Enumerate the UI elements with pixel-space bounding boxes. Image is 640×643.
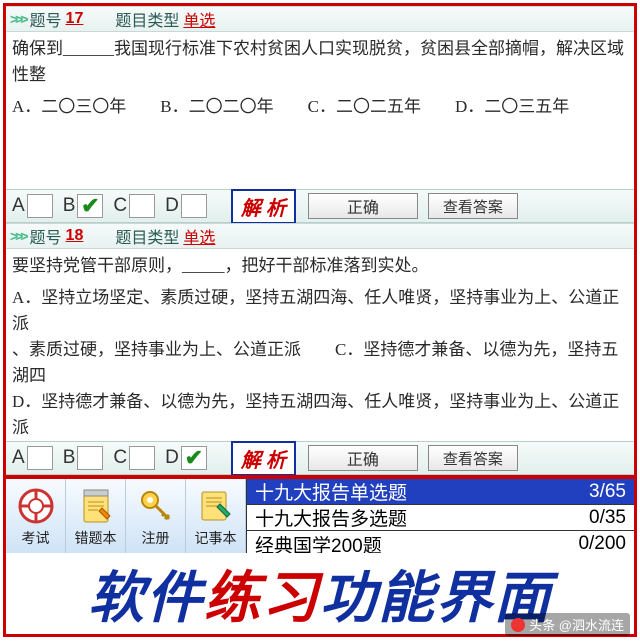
checkbox-d[interactable] bbox=[181, 194, 207, 218]
progress-row-multi[interactable]: 十九大报告多选题 0/35 bbox=[247, 505, 634, 531]
notepad-icon bbox=[76, 486, 116, 526]
option-a[interactable]: A bbox=[12, 446, 53, 470]
option-c[interactable]: C bbox=[113, 194, 155, 218]
qtype-label: 题目类型 bbox=[115, 224, 179, 248]
key-icon bbox=[136, 486, 176, 526]
notebook-button[interactable]: 记事本 bbox=[186, 479, 246, 553]
note-pen-icon bbox=[196, 486, 236, 526]
answer-bar-18: A B C D 解 析 正确 查看答案 bbox=[6, 441, 634, 475]
progress-name: 十九大报告单选题 bbox=[255, 478, 407, 505]
progress-panel: 十九大报告单选题 3/65 十九大报告多选题 0/35 经典国学200题 0/2… bbox=[246, 479, 634, 553]
checkbox-a[interactable] bbox=[27, 446, 53, 470]
qtype-value: 单选 bbox=[183, 7, 215, 31]
option-a[interactable]: A bbox=[12, 194, 53, 218]
answer-bar-17: A B C D 解 析 正确 查看答案 bbox=[6, 189, 634, 223]
register-label: 注册 bbox=[142, 528, 170, 548]
exam-label: 考试 bbox=[22, 528, 50, 548]
analysis-button[interactable]: 解 析 bbox=[231, 441, 296, 476]
question-body-18: 要坚持党管干部原则，_____，把好干部标准落到实处。 A．坚持立场坚定、素质过… bbox=[6, 249, 634, 441]
banner-text: 软件练习功能界面 bbox=[88, 553, 552, 634]
show-answer-button[interactable]: 查看答案 bbox=[428, 445, 518, 471]
question-body-17: 确保到______我国现行标准下农村贫困人口实现脱贫，贫困县全部摘帽，解决区域性… bbox=[6, 32, 634, 189]
toolbar: 考试 错题本 注册 记事本 十九大报告单选题 3/65 十九大报告多选题 0/3… bbox=[6, 475, 634, 553]
progress-row-single[interactable]: 十九大报告单选题 3/65 bbox=[247, 479, 634, 505]
option-b[interactable]: B bbox=[63, 446, 104, 470]
exam-button[interactable]: 考试 bbox=[6, 479, 66, 553]
option-b[interactable]: B bbox=[63, 194, 104, 218]
chevron-icon: >>> bbox=[10, 11, 26, 27]
qnum-label: 题号 bbox=[30, 224, 62, 248]
show-answer-button[interactable]: 查看答案 bbox=[428, 193, 518, 219]
option-line-bc: 、素质过硬，坚持事业为上、公道正派 C．坚持德才兼备、以德为先，坚持五湖四 bbox=[12, 337, 628, 389]
checkbox-a[interactable] bbox=[27, 194, 53, 218]
question-stem: 要坚持党管干部原则，_____，把好干部标准落到实处。 bbox=[12, 253, 628, 279]
progress-value: 3/65 bbox=[589, 481, 626, 503]
checkbox-c[interactable] bbox=[129, 446, 155, 470]
option-c[interactable]: C bbox=[113, 446, 155, 470]
lifebuoy-icon bbox=[16, 486, 56, 526]
checkbox-b[interactable] bbox=[77, 446, 103, 470]
analysis-button[interactable]: 解 析 bbox=[231, 189, 296, 224]
wrongbook-button[interactable]: 错题本 bbox=[66, 479, 126, 553]
correct-button[interactable]: 正确 bbox=[308, 445, 418, 471]
chevron-icon: >>> bbox=[10, 228, 26, 244]
qnum-value: 17 bbox=[66, 10, 84, 28]
banner-part2: 练习 bbox=[204, 568, 320, 630]
question-options: A．二〇三〇年 B．二〇二〇年 C．二〇二五年 D．二〇三五年 bbox=[12, 94, 628, 120]
checkbox-d[interactable] bbox=[181, 446, 207, 470]
banner-part1: 软件 bbox=[88, 568, 204, 630]
watermark-text: 头条 @泗水流连 bbox=[529, 615, 624, 634]
qtype-value: 单选 bbox=[183, 224, 215, 248]
watermark: 头条 @泗水流连 bbox=[505, 613, 630, 636]
checkbox-c[interactable] bbox=[129, 194, 155, 218]
progress-value: 0/200 bbox=[578, 533, 626, 555]
register-button[interactable]: 注册 bbox=[126, 479, 186, 553]
question-stem: 确保到______我国现行标准下农村贫困人口实现脱贫，贫困县全部摘帽，解决区域性… bbox=[12, 36, 628, 88]
qnum-label: 题号 bbox=[30, 7, 62, 31]
option-d[interactable]: D bbox=[165, 446, 207, 470]
progress-value: 0/35 bbox=[589, 507, 626, 529]
option-d[interactable]: D bbox=[165, 194, 207, 218]
question-header-18: >>> 题号 18 题目类型 单选 bbox=[6, 223, 634, 249]
checkbox-b[interactable] bbox=[77, 194, 103, 218]
app-frame: >>> 题号 17 题目类型 单选 确保到______我国现行标准下农村贫困人口… bbox=[3, 3, 637, 637]
question-header-17: >>> 题号 17 题目类型 单选 bbox=[6, 6, 634, 32]
notebook-label: 记事本 bbox=[195, 528, 237, 548]
correct-button[interactable]: 正确 bbox=[308, 193, 418, 219]
qnum-value: 18 bbox=[66, 227, 84, 245]
option-line-a: A．坚持立场坚定、素质过硬，坚持五湖四海、任人唯贤，坚持事业为上、公道正派 bbox=[12, 285, 628, 337]
option-line-d: D．坚持德才兼备、以德为先，坚持五湖四海、任人唯贤，坚持事业为上、公道正派 bbox=[12, 389, 628, 441]
wrongbook-label: 错题本 bbox=[75, 528, 117, 548]
qtype-label: 题目类型 bbox=[115, 7, 179, 31]
progress-name: 十九大报告多选题 bbox=[255, 504, 407, 531]
